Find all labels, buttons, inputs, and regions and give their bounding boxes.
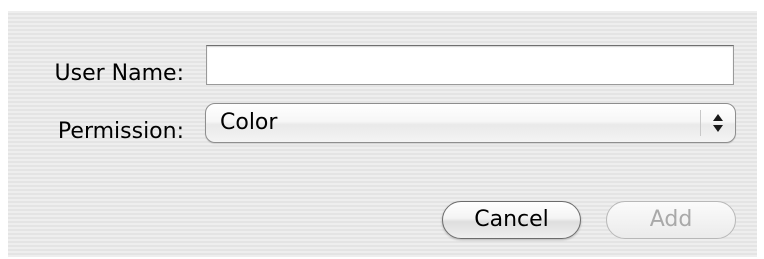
permission-label: Permission: <box>57 119 184 144</box>
add-button[interactable]: Add <box>606 201 736 239</box>
add-user-sheet: User Name: Permission: Color Cancel Add <box>8 11 757 257</box>
permission-popup[interactable]: Color <box>205 103 736 143</box>
permission-selected-value: Color <box>220 110 278 135</box>
popup-divider <box>700 110 701 136</box>
up-down-arrows-icon <box>713 114 723 132</box>
user-name-label: User Name: <box>54 61 184 86</box>
user-name-field[interactable] <box>206 45 734 85</box>
cancel-button[interactable]: Cancel <box>442 201 581 239</box>
